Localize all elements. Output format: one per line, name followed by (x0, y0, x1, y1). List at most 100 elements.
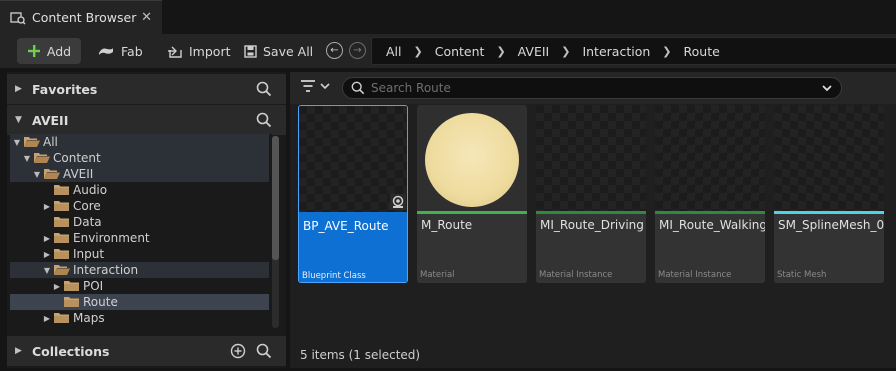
breadcrumb-item-interaction[interactable]: Interaction (582, 44, 650, 59)
tree-item-aveii[interactable]: ▼ AVEII (10, 166, 269, 182)
chevron-right-icon[interactable]: ❯ (561, 45, 570, 58)
collections-header[interactable]: ▶ Collections (7, 336, 286, 366)
folder-icon (54, 217, 69, 227)
tree-item-audio[interactable]: Audio (10, 182, 269, 198)
fab-label: Fab (121, 43, 143, 59)
tree-item-input[interactable]: ▶ Input (10, 246, 269, 262)
search-icon[interactable] (256, 112, 272, 128)
asset-tile-m-route[interactable]: M_Route Material (417, 105, 527, 283)
add-button[interactable]: Add (17, 38, 81, 64)
search-icon[interactable] (256, 81, 272, 97)
tree-item-interaction[interactable]: ▼ Interaction (10, 262, 269, 278)
tree-item-core[interactable]: ▶ Core (10, 198, 269, 214)
asset-tile-mi-route-walking[interactable]: MI_Route_Walking Material Instance (655, 105, 765, 283)
folder-icon (54, 233, 69, 243)
asset-name: MI_Route_Driving (540, 218, 644, 232)
tree-item-label: AVEII (63, 167, 94, 181)
tree-item-label: Environment (73, 231, 150, 245)
filter-icon (301, 80, 315, 92)
blueprint-badge-icon (390, 194, 406, 210)
search-icon (351, 81, 365, 95)
tree-item-label: Maps (73, 311, 105, 325)
tree-item-label: Data (73, 215, 102, 229)
chevron-down-icon (320, 83, 330, 90)
collections-label: Collections (32, 343, 110, 359)
tab-title: Content Browser (32, 10, 137, 25)
caret-right-icon[interactable]: ▶ (42, 250, 52, 259)
tree-item-label: Core (73, 199, 101, 213)
asset-type: Static Mesh (777, 270, 827, 280)
asset-info: BP_AVE_Route Blueprint Class (299, 215, 407, 282)
asset-name: BP_AVE_Route (303, 219, 389, 233)
folder-icon (54, 201, 69, 211)
tree-item-label: All (43, 135, 58, 149)
back-arrow-icon[interactable]: ← (326, 42, 343, 59)
caret-right-icon[interactable]: ▶ (15, 346, 23, 356)
fab-button[interactable]: Fab (97, 38, 143, 64)
folder-icon (64, 297, 79, 307)
asset-tile-sm-splinemesh-02[interactable]: SM_SplineMesh_02 Static Mesh (774, 105, 884, 283)
tree-item-all[interactable]: ▼ All (10, 134, 269, 150)
folder-icon (54, 249, 69, 259)
tree-item-environment[interactable]: ▶ Environment (10, 230, 269, 246)
caret-down-icon[interactable]: ▼ (15, 115, 23, 125)
tree-item-label: Route (83, 295, 118, 309)
breadcrumb-item-content[interactable]: Content (435, 44, 485, 59)
caret-right-icon[interactable]: ▶ (42, 202, 52, 211)
caret-right-icon[interactable]: ▶ (52, 282, 62, 291)
asset-name: SM_SplineMesh_02 (778, 218, 884, 232)
tab-content-browser[interactable]: Content Browser ✕ (0, 0, 162, 34)
filter-bar (290, 72, 896, 104)
asset-tile-bp-ave-route[interactable]: BP_AVE_Route Blueprint Class (298, 105, 408, 283)
tree-item-route[interactable]: Route (10, 294, 269, 310)
asset-type: Material (420, 270, 455, 280)
caret-down-icon[interactable]: ▼ (12, 138, 22, 147)
content-browser-icon (10, 11, 26, 25)
search-box[interactable] (342, 77, 842, 99)
asset-info: MI_Route_Walking Material Instance (655, 214, 765, 283)
caret-down-icon[interactable]: ▼ (22, 154, 32, 163)
sources-panel: ▶ Favorites ▼ AVEII ▼ All ▼ Content ▼ AVEII Au… (7, 72, 286, 368)
caret-right-icon[interactable]: ▶ (42, 234, 52, 243)
favorites-label: Favorites (32, 81, 98, 97)
caret-down-icon[interactable]: ▼ (32, 170, 42, 179)
tree-item-poi[interactable]: ▶ POI (10, 278, 269, 294)
folder-icon (64, 281, 79, 291)
import-button[interactable]: Import (168, 38, 231, 64)
plus-icon (27, 45, 40, 57)
folder-tree: ▼ All ▼ Content ▼ AVEII Audio ▶ Core Data ▶ Environ… (10, 134, 272, 334)
asset-tile-mi-route-driving[interactable]: MI_Route_Driving Material Instance (536, 105, 646, 283)
tree-item-label: Input (73, 247, 105, 261)
search-icon[interactable] (256, 343, 272, 359)
tree-item-label: POI (83, 279, 104, 293)
project-header[interactable]: ▼ AVEII (7, 105, 286, 135)
asset-thumbnail (299, 106, 407, 212)
asset-thumbnail (417, 105, 527, 211)
breadcrumb-item-aveii[interactable]: AVEII (518, 44, 550, 59)
asset-view: BP_AVE_Route Blueprint Class M_Route Materi… (290, 72, 896, 368)
chevron-right-icon[interactable]: ❯ (662, 45, 671, 58)
caret-right-icon[interactable]: ▶ (42, 314, 52, 323)
favorites-header[interactable]: ▶ Favorites (7, 74, 286, 104)
chevron-right-icon[interactable]: ❯ (496, 45, 505, 58)
filter-button[interactable] (300, 79, 331, 93)
tree-item-maps[interactable]: ▶ Maps (10, 310, 269, 326)
folder-icon (54, 313, 69, 323)
tree-item-data[interactable]: Data (10, 214, 269, 230)
search-input[interactable] (371, 81, 811, 95)
scrollbar-thumb[interactable] (272, 136, 279, 260)
add-collection-icon[interactable] (230, 343, 246, 359)
breadcrumb-item-all[interactable]: All (386, 44, 402, 59)
chevron-right-icon[interactable]: ❯ (414, 45, 423, 58)
breadcrumb-item-route[interactable]: Route (684, 44, 720, 59)
tree-item-content[interactable]: ▼ Content (10, 150, 269, 166)
tree-scrollbar[interactable] (272, 136, 279, 328)
chevron-down-icon[interactable] (821, 82, 833, 94)
close-icon[interactable]: ✕ (141, 10, 152, 25)
caret-right-icon[interactable]: ▶ (15, 84, 23, 94)
save-all-button[interactable]: Save All (244, 38, 313, 64)
caret-down-icon[interactable]: ▼ (42, 266, 52, 275)
add-label: Add (46, 43, 72, 59)
forward-arrow-icon[interactable]: → (349, 42, 366, 59)
breadcrumb: All ❯ Content ❯ AVEII ❯ Interaction ❯ Ro… (371, 37, 896, 65)
